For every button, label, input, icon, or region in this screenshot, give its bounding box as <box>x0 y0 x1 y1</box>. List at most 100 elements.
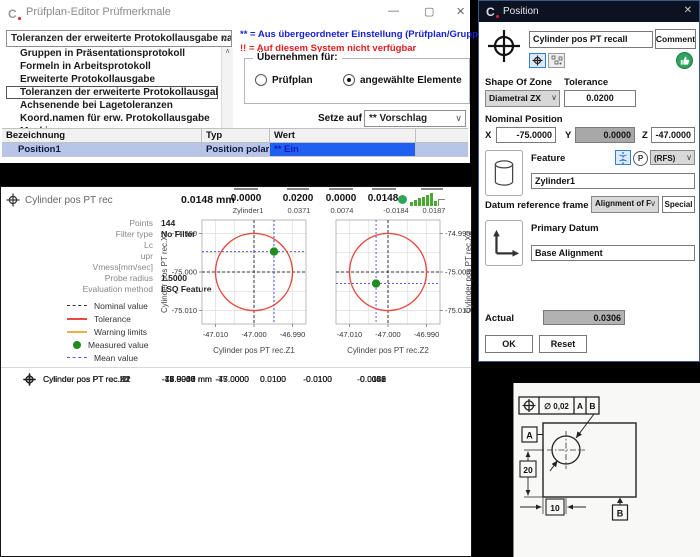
datum-frame-value: Alignment of F <box>595 199 651 208</box>
point-pattern-toggle[interactable] <box>548 53 565 68</box>
apply-groupbox-label: Übernehmen für: <box>253 52 342 63</box>
window-title: Prüfplan-Editor Prüfmerkmale <box>26 6 171 18</box>
feature-axis-icon <box>618 152 628 164</box>
hint-inherited: ** = Aus übergeordneter Einstellung (Prü… <box>240 29 486 40</box>
maximize-icon[interactable]: ▢ <box>424 5 434 18</box>
legend-row: Nominal value <box>67 299 148 312</box>
y-label: Y <box>565 130 571 141</box>
comment-button[interactable]: Comment <box>655 29 696 49</box>
legend-label: Warning limits <box>94 327 147 337</box>
listbox-item[interactable]: Koord.namen für erw. Protokollausgabe <box>6 112 218 125</box>
radio-pruefplan[interactable]: Prüfplan <box>255 74 313 86</box>
legend-swatch-icon <box>67 331 87 333</box>
listbox-scrollbar[interactable]: ∧ ∨ <box>221 47 233 138</box>
tolerance-input[interactable]: 0.0200 <box>564 90 636 107</box>
svg-text:-75.010: -75.010 <box>172 306 197 315</box>
histogram-icon <box>410 192 445 206</box>
row-empty <box>416 143 468 156</box>
plot-window-title: Cylinder pos PT rec <box>25 195 113 206</box>
listbox-item[interactable]: Formeln in Arbeitsprotokoll <box>6 60 218 73</box>
position-symbol-icon <box>523 399 536 412</box>
table-row[interactable]: Position1 Position polar 2d ** Ein <box>2 143 468 157</box>
z-label: Z <box>642 130 648 141</box>
projected-zone-icon[interactable]: P <box>633 151 648 166</box>
datum-frame-dropdown[interactable]: Alignment of F ∨ <box>591 196 659 213</box>
parameter-label: Filter type <box>1 229 153 239</box>
position-body: Cylinder pos PT recall Comment <box>479 22 699 361</box>
cylinder-icon <box>489 155 519 191</box>
legend-row: Mean value <box>67 351 148 364</box>
result-tol-plus: 0.0100 <box>260 374 286 384</box>
nominal-position-label: Nominal Position <box>485 114 563 125</box>
chevron-down-icon: ∨ <box>221 33 228 44</box>
shape-of-zone-dropdown[interactable]: Diametral ZX ∨ <box>485 90 560 107</box>
material-condition-dropdown[interactable]: (RFS) ∨ <box>650 150 695 165</box>
close-icon[interactable]: ✕ <box>684 5 692 16</box>
gdt-drawing: ∅ 0,02 A B A 20 <box>513 383 700 557</box>
ok-button[interactable]: OK <box>485 335 533 353</box>
category-dropdown[interactable]: Toleranzen der erweiterte Protokollausga… <box>6 30 232 47</box>
primary-datum-label: Primary Datum <box>531 223 599 234</box>
window-title: Position <box>503 6 539 17</box>
dim20-text: 20 <box>523 465 533 475</box>
legend-row: Tolerance <box>67 312 148 325</box>
result-row[interactable]: Cylinder pos PT rec.X2 -75.0030 mm -75.0… <box>1 367 471 391</box>
reset-button[interactable]: Reset <box>539 335 587 353</box>
svg-text:Cylinder pos PT rec.X1: Cylinder pos PT rec.X1 <box>160 230 169 313</box>
scroll-up-icon[interactable]: ∧ <box>225 47 230 55</box>
position-plot-z2x2: -47.010-47.000-46.990-74.990-75.000-75.0… <box>334 212 473 364</box>
fcf-leader <box>576 414 594 438</box>
z-input[interactable]: -47.0000 <box>651 127 695 143</box>
position-symbol-icon <box>6 193 20 207</box>
listbox-item[interactable]: Erweiterte Protokollausgabe <box>6 73 218 86</box>
svg-text:-75.000: -75.000 <box>172 268 197 277</box>
feature-input[interactable]: Zylinder1 <box>531 173 695 189</box>
characteristics-table: Bezeichnung Typ Wert Position1 Position … <box>2 128 468 157</box>
datum-icon-box <box>485 220 523 266</box>
datum-frame-label: Datum reference frame <box>485 200 589 211</box>
parameter-label: Vmess[mm/sec] <box>1 262 153 272</box>
listbox-item[interactable]: Gruppen in Präsentationsprotokoll <box>6 47 218 60</box>
primary-datum-input[interactable]: Base Alignment <box>531 245 695 261</box>
parameter-label: Points <box>1 218 153 228</box>
measurement-plot-window: Cylinder pos PT rec 0.0148 mm 0.0000 Zyl… <box>0 186 472 557</box>
position-symbol-icon <box>23 373 36 386</box>
single-feature-toggle[interactable] <box>529 53 546 68</box>
position-window: C Position ✕ Cylinder pos PT recall Comm… <box>478 0 700 362</box>
axis-mode-button[interactable] <box>615 150 631 165</box>
fcf-tolerance-text: ∅ 0,02 <box>544 402 569 411</box>
row-value[interactable]: ** Ein <box>270 143 416 156</box>
radio-circle-icon <box>255 74 267 86</box>
coordinate-system-icon <box>488 226 520 260</box>
category-dropdown-value: Toleranzen der erweiterte Protokollausga… <box>11 33 232 44</box>
radio-angewaehlte-elemente[interactable]: angewählte Elemente <box>343 74 462 86</box>
svg-text:-47.000: -47.000 <box>375 330 400 339</box>
special-button[interactable]: Special <box>662 196 695 213</box>
legend-row: Warning limits <box>67 325 148 338</box>
listbox-item[interactable]: Achsenende bei Lagetoleranzen <box>6 99 218 112</box>
radio-pruefplan-label: Prüfplan <box>272 75 313 86</box>
points-pattern-icon <box>551 55 563 66</box>
recall-status-button[interactable] <box>676 52 693 69</box>
characteristic-name-input[interactable]: Cylinder pos PT recall <box>529 31 653 48</box>
material-condition-value: (RFS) <box>654 154 675 163</box>
listbox-item[interactable]: Toleranzen der erweiterte Protokollausga… <box>6 86 218 99</box>
minimize-icon[interactable]: — <box>388 5 399 17</box>
set-to-dropdown[interactable]: ** Vorschlag ∨ <box>364 110 466 127</box>
x-input[interactable]: -75.0000 <box>496 127 556 143</box>
desktop: C Prüfplan-Editor Prüfmerkmale — ▢ ✕ Tol… <box>0 0 700 557</box>
datum-a-text: A <box>526 431 533 441</box>
summary-actual: 0.0148 <box>368 193 399 204</box>
result-actual: -75.0030 mm <box>162 374 212 384</box>
close-icon[interactable]: ✕ <box>456 5 465 18</box>
category-listbox: Gruppen in PräsentationsprotokollFormeln… <box>6 47 232 138</box>
radio-circle-selected-icon <box>343 74 355 86</box>
legend-row: Measured value <box>67 338 148 351</box>
svg-text:-46.990: -46.990 <box>414 330 439 339</box>
svg-text:Cylinder pos PT rec.X2: Cylinder pos PT rec.X2 <box>464 230 473 313</box>
header-wert: Wert <box>270 129 416 142</box>
legend-swatch-icon <box>73 341 81 349</box>
fcf-leader-tail <box>550 461 558 472</box>
result-value: 0.0148 mm <box>181 194 235 206</box>
svg-text:-74.990: -74.990 <box>172 229 197 238</box>
